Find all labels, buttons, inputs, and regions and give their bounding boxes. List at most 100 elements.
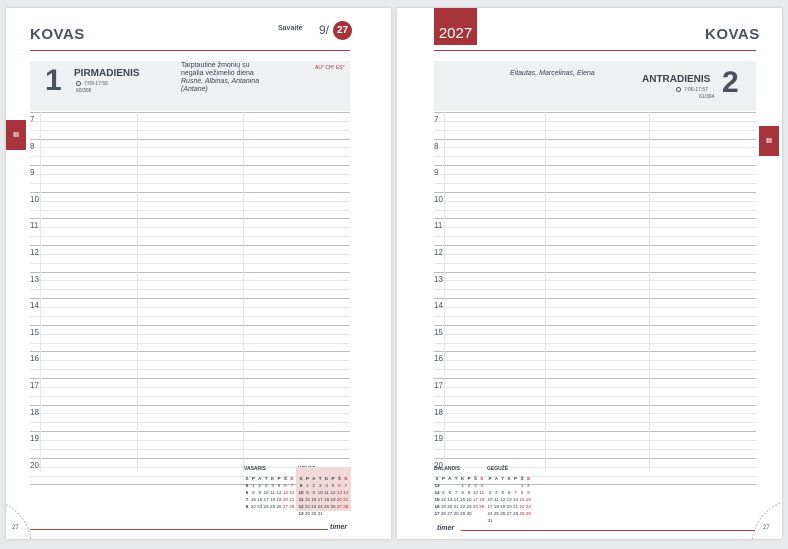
week-number-cell: 8 [245,504,249,509]
week-number-cell: 11 [298,497,304,502]
date-cell: 10 [472,490,478,495]
week-number-cell: 7 [245,497,249,502]
minor-line [434,413,756,415]
date-cell: 11 [324,490,329,495]
minor-line [30,289,350,291]
column-divider [137,112,138,472]
date-cell: 26 [440,511,446,516]
day-count: 60/305 [76,88,92,94]
month-title: KOVAS [30,26,85,43]
hour-label: 18 [30,407,39,417]
weekday-header: P [305,476,309,481]
hour-label: 12 [30,248,39,257]
date-cell: 3 [264,483,268,488]
moon-info: AU° CH° ES° [315,65,345,71]
minor-line [30,440,350,442]
date-cell: 18 [493,504,499,509]
date-cell: 14 [289,490,295,495]
hour-label: 10 [30,194,39,204]
date-cell: 19 [330,497,336,502]
hour-label: 16 [434,354,443,364]
minor-line [434,360,756,362]
date-cell: 4 [495,490,498,495]
date-cell: 7 [514,490,517,495]
hour-line [434,218,756,220]
hour-label: 15 [30,327,39,337]
date-cell: 11 [479,490,485,495]
date-cell: 25 [493,511,499,516]
day-count: 61/304 [699,94,715,100]
hour-line [30,431,350,433]
hour-label: 9 [434,168,439,178]
date-cell: 15 [460,497,466,502]
month-tab[interactable]: III [759,126,779,156]
hour-line [434,191,756,193]
minor-line [30,307,350,309]
date-cell: 20 [336,497,342,502]
date-cell: 2 [312,483,316,488]
week-number-cell: 16 [434,504,440,509]
date-cell: 12 [440,497,446,502]
date-cell: 15 [304,497,310,502]
date-cell: 24 [317,504,323,509]
date-cell: 29 [304,511,310,516]
date-cell: 13 [447,497,453,502]
date-cell: 7 [290,483,294,488]
date-cell: 5 [277,483,281,488]
weekday-header: Š [473,476,477,481]
date-cell: 24 [472,504,478,509]
date-cell: 20 [506,504,512,509]
date-cell: 22 [304,504,310,509]
hour-line [434,431,756,433]
minor-line [30,227,350,229]
hour-label: 8 [434,141,439,151]
mini-calendar-title: BALANDIS [434,466,460,472]
minor-line [434,395,756,397]
hour-line [30,351,350,353]
corner-arc-left [6,504,32,539]
date-cell: 17 [472,497,478,502]
date-cell: 3 [318,483,322,488]
date-cell: 30 [466,511,472,516]
minor-line [30,315,350,317]
date-cell: 9 [467,490,471,495]
date-cell: 19 [276,497,282,502]
left-page: KOVAS Savaitė 9/ 27 1 PIRMADIENIS 7:09-1… [6,8,391,539]
date-cell: 6 [338,483,341,488]
hour-line [434,457,756,459]
date-cell: 4 [271,483,274,488]
hour-label: 19 [30,434,39,444]
hour-line [434,138,756,140]
minor-line [30,174,350,176]
minor-line [434,182,756,184]
minor-line [434,120,756,122]
date-cell: 22 [519,504,525,509]
date-cell: 8 [252,490,255,495]
hour-line [434,165,756,167]
hour-line [434,351,756,353]
hour-label: 19 [434,434,443,444]
weekday-header: A [494,476,499,481]
date-cell: 14 [453,497,459,502]
minor-line [434,289,756,291]
minor-line [434,129,756,131]
day-header-band [434,61,756,111]
minor-line [434,156,756,158]
date-cell: 2 [527,483,530,488]
hour-line [30,378,350,379]
hour-line [434,112,756,113]
date-cell: 8 [461,490,464,495]
date-cell: 1 [306,483,309,488]
month-tab[interactable]: III [6,120,26,150]
week-number-cell: 6 [245,490,249,495]
date-cell: 16 [466,497,472,502]
weekday-header: S [290,476,294,481]
hour-label: 18 [434,407,443,417]
minor-line [434,280,756,282]
minor-line [30,129,350,131]
date-cell: 12 [276,490,282,495]
minor-line [30,413,350,415]
date-cell: 10 [317,490,323,495]
weekday-header: T [454,476,458,481]
date-cell: 21 [343,497,349,502]
